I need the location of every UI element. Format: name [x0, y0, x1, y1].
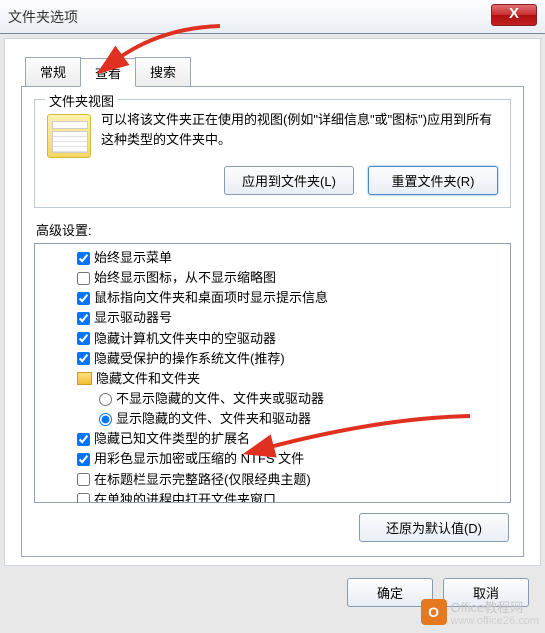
advanced-settings-listbox[interactable]: 始终显示菜单始终显示图标，从不显示缩略图鼠标指向文件夹和桌面项时显示提示信息显示… — [34, 243, 511, 503]
watermark-brand: Office教程网 — [451, 600, 524, 615]
reset-folders-button[interactable]: 重置文件夹(R) — [368, 166, 498, 195]
watermark: O Office教程网 www.office26.com — [421, 597, 539, 627]
advanced-item[interactable]: 显示驱动器号 — [77, 308, 506, 328]
advanced-item[interactable]: 始终显示菜单 — [77, 248, 506, 268]
folder-view-group: 文件夹视图 可以将该文件夹正在使用的视图(例如"详细信息"或"图标")应用到所有… — [34, 99, 511, 208]
radio[interactable] — [99, 413, 112, 426]
watermark-url: www.office26.com — [451, 616, 539, 627]
tabstrip: 常规 查看 搜索 — [25, 57, 524, 86]
restore-defaults-button[interactable]: 还原为默认值(D) — [359, 513, 509, 542]
checkbox[interactable] — [77, 332, 90, 345]
item-label: 隐藏计算机文件夹中的空驱动器 — [94, 329, 276, 349]
checkbox[interactable] — [77, 433, 90, 446]
group-title: 文件夹视图 — [45, 91, 118, 110]
apply-to-folders-button[interactable]: 应用到文件夹(L) — [224, 166, 354, 195]
item-label: 在单独的进程中打开文件夹窗口 — [94, 490, 276, 503]
item-label: 隐藏受保护的操作系统文件(推荐) — [94, 349, 285, 369]
item-label: 显示隐藏的文件、文件夹和驱动器 — [116, 409, 311, 429]
item-label: 用彩色显示加密或压缩的 NTFS 文件 — [94, 449, 304, 469]
tab-general[interactable]: 常规 — [25, 57, 81, 86]
checkbox[interactable] — [77, 252, 90, 265]
item-label: 鼠标指向文件夹和桌面项时显示提示信息 — [94, 288, 328, 308]
item-label: 始终显示菜单 — [94, 248, 172, 268]
watermark-icon: O — [421, 599, 447, 625]
advanced-item[interactable]: 始终显示图标，从不显示缩略图 — [77, 268, 506, 288]
tab-panel-view: 文件夹视图 可以将该文件夹正在使用的视图(例如"详细信息"或"图标")应用到所有… — [21, 86, 524, 557]
folder-icon — [77, 372, 92, 385]
advanced-item[interactable]: 不显示隐藏的文件、文件夹或驱动器 — [77, 389, 506, 409]
folder-view-icon — [47, 114, 91, 158]
titlebar: 文件夹选项 X — [0, 0, 545, 34]
item-label: 隐藏文件和文件夹 — [96, 369, 200, 389]
advanced-item[interactable]: 在标题栏显示完整路径(仅限经典主题) — [77, 470, 506, 490]
checkbox[interactable] — [77, 473, 90, 486]
group-description: 可以将该文件夹正在使用的视图(例如"详细信息"或"图标")应用到所有这种类型的文… — [101, 110, 498, 158]
advanced-item[interactable]: 用彩色显示加密或压缩的 NTFS 文件 — [77, 449, 506, 469]
checkbox[interactable] — [77, 453, 90, 466]
item-label: 始终显示图标，从不显示缩略图 — [94, 268, 276, 288]
advanced-item[interactable]: 隐藏受保护的操作系统文件(推荐) — [77, 349, 506, 369]
checkbox[interactable] — [77, 312, 90, 325]
tab-search[interactable]: 搜索 — [135, 57, 191, 86]
item-label: 显示驱动器号 — [94, 308, 172, 328]
advanced-item[interactable]: 隐藏计算机文件夹中的空驱动器 — [77, 329, 506, 349]
advanced-settings-label: 高级设置: — [36, 220, 511, 239]
close-button[interactable]: X — [491, 4, 537, 26]
window-title: 文件夹选项 — [8, 7, 78, 27]
advanced-item[interactable]: 在单独的进程中打开文件夹窗口 — [77, 490, 506, 503]
checkbox[interactable] — [77, 272, 90, 285]
item-label: 在标题栏显示完整路径(仅限经典主题) — [94, 470, 311, 490]
checkbox[interactable] — [77, 352, 90, 365]
advanced-item[interactable]: 显示隐藏的文件、文件夹和驱动器 — [77, 409, 506, 429]
checkbox[interactable] — [77, 292, 90, 305]
advanced-item[interactable]: 隐藏文件和文件夹 — [77, 369, 506, 389]
checkbox[interactable] — [77, 493, 90, 503]
advanced-item[interactable]: 隐藏已知文件类型的扩展名 — [77, 429, 506, 449]
radio[interactable] — [99, 393, 112, 406]
dialog-body: 常规 查看 搜索 文件夹视图 可以将该文件夹正在使用的视图(例如"详细信息"或"… — [4, 38, 541, 566]
tab-view[interactable]: 查看 — [80, 58, 136, 87]
item-label: 隐藏已知文件类型的扩展名 — [94, 429, 250, 449]
advanced-item[interactable]: 鼠标指向文件夹和桌面项时显示提示信息 — [77, 288, 506, 308]
item-label: 不显示隐藏的文件、文件夹或驱动器 — [116, 389, 324, 409]
